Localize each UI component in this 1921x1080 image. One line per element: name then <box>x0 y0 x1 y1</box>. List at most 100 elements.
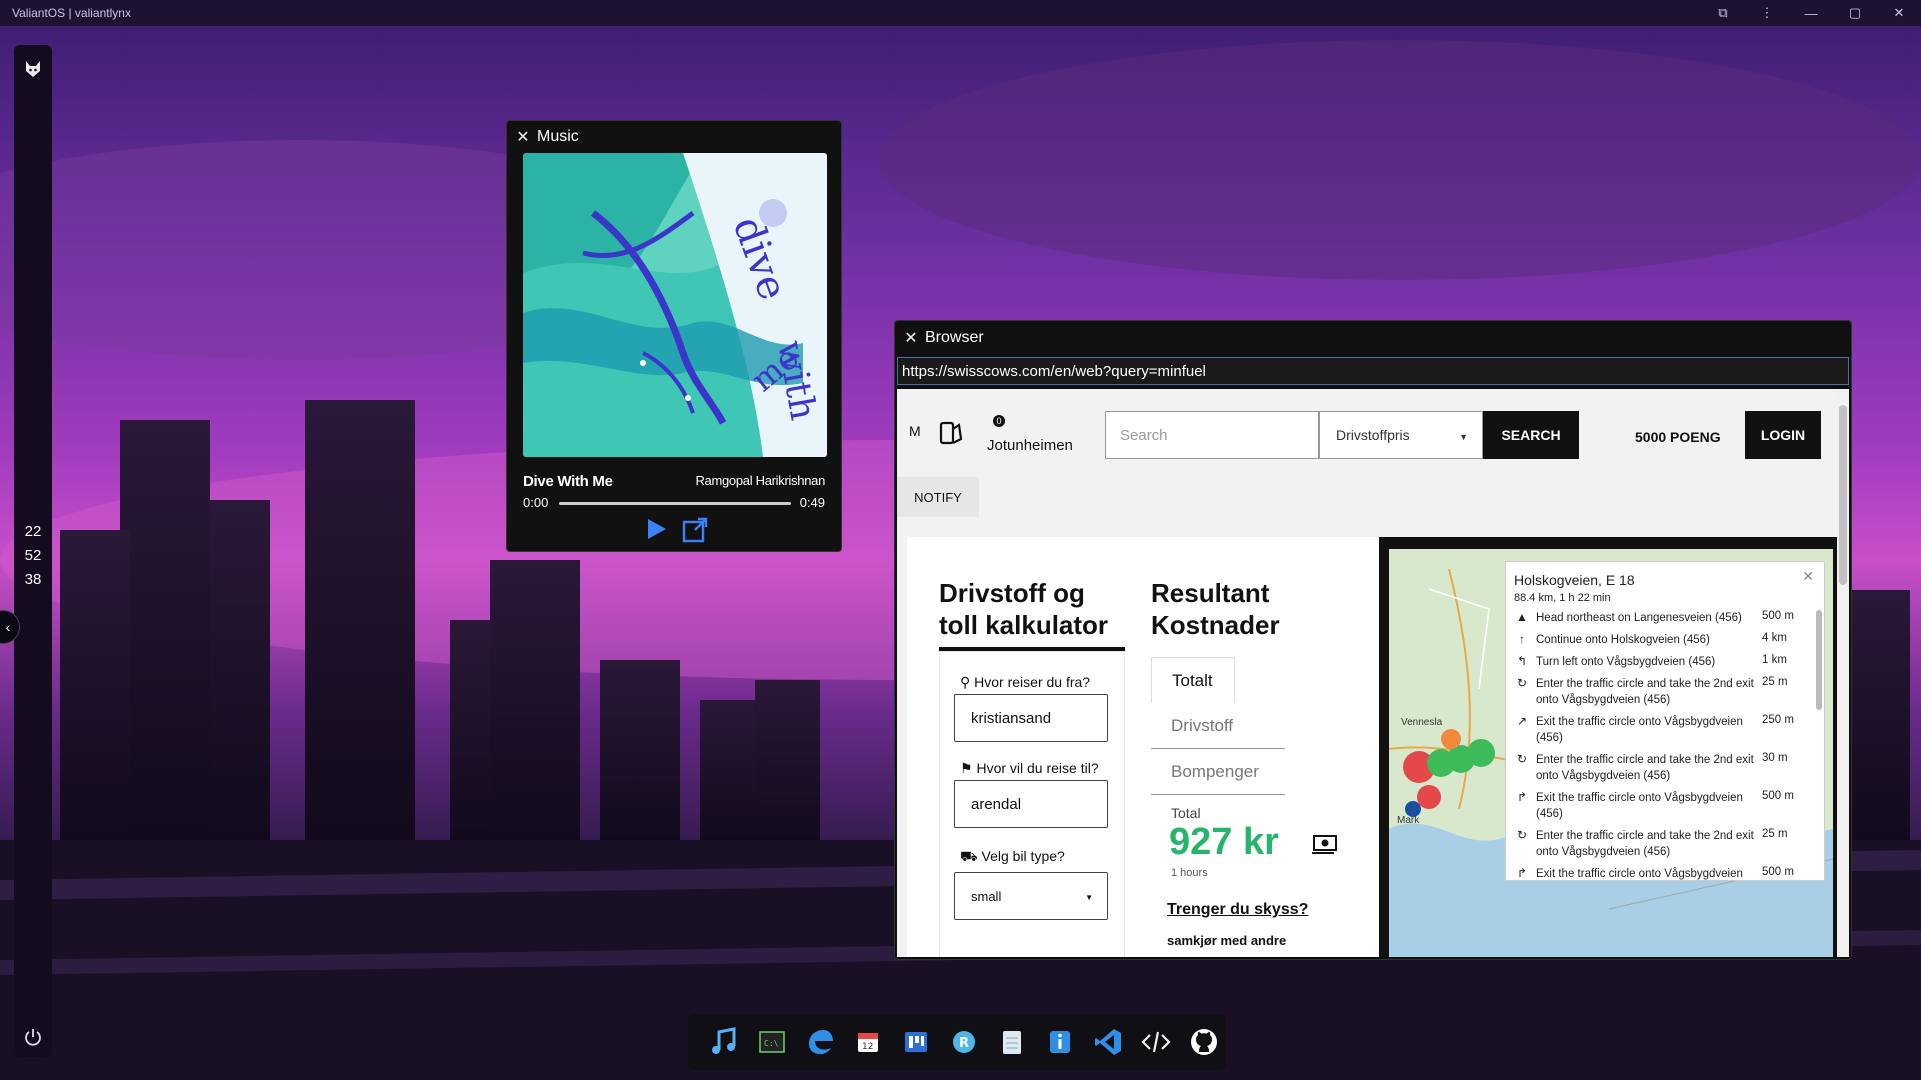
route-step-distance: 500 m <box>1762 790 1794 802</box>
info-icon[interactable] <box>1042 1024 1078 1060</box>
close-icon[interactable]: ✕ <box>903 330 919 347</box>
total-label: Total <box>1171 805 1201 821</box>
calendar-icon[interactable]: 12 <box>850 1024 886 1060</box>
maximize-icon[interactable]: ▢ <box>1833 0 1877 26</box>
straight-icon: ↑ <box>1519 632 1525 646</box>
route-summary: 88.4 km, 1 h 22 min <box>1514 592 1611 604</box>
album-art: dive with me <box>523 153 827 457</box>
route-step: ↑ Continue onto Holskogveien (456) 4 km <box>1514 632 1810 648</box>
login-button[interactable]: LOGIN <box>1745 411 1821 459</box>
play-icon[interactable] <box>643 516 669 542</box>
route-step: ↻ Enter the traffic circle and take the 2… <box>1514 676 1810 708</box>
route-step-distance: 1 km <box>1762 654 1787 666</box>
tab-drivstoff[interactable]: Drivstoff <box>1151 703 1285 749</box>
to-input[interactable]: arendal <box>954 780 1108 828</box>
github-icon[interactable] <box>1186 1024 1222 1060</box>
caret-down-icon: ▼ <box>1459 432 1468 442</box>
car-label-text: Velg bil type? <box>981 848 1065 864</box>
calculator-form: ⚲ Hvor reiser du fra? kristiansand ⚑ Hvo… <box>939 651 1125 957</box>
search-input[interactable]: Search <box>1105 411 1319 459</box>
terminal-icon[interactable]: C:\ <box>754 1024 790 1060</box>
roundabout-icon: ↻ <box>1516 676 1528 690</box>
calculator-title: Drivstoff og toll kalkulator <box>939 578 1109 640</box>
route-step: ↻ Enter the traffic circle and take the 2… <box>1514 752 1810 784</box>
edge-icon[interactable] <box>802 1024 838 1060</box>
brand-logo[interactable]: M <box>909 423 921 439</box>
svg-text:R: R <box>959 1036 969 1051</box>
taskbar: C:\ 12 R <box>688 1014 1226 1070</box>
points-label: 5000 POENG <box>1635 429 1721 445</box>
kanban-icon[interactable] <box>898 1024 934 1060</box>
route-step: ↱ Exit the traffic circle onto Vågsbygdve… <box>1514 790 1810 822</box>
route-step-distance: 30 m <box>1762 752 1788 764</box>
svg-text:12: 12 <box>862 1042 873 1052</box>
to-label-text: Hvor vil du reise til? <box>976 760 1099 776</box>
route-step-distance: 500 m <box>1762 866 1794 878</box>
os-title: ValiantOS | valiantlynx <box>12 6 131 20</box>
search-type-select[interactable]: Drivstoffpris ▼ <box>1319 411 1483 459</box>
music-window-titlebar[interactable]: ✕ Music <box>507 121 841 153</box>
roundabout-icon: ↻ <box>1516 752 1528 766</box>
tab-totalt[interactable]: Totalt <box>1151 657 1235 703</box>
clock-seconds: 38 <box>24 571 42 588</box>
route-map[interactable]: Vennesla Mark Holskogveien, E 18 88.4 km… <box>1379 537 1837 957</box>
route-step-text: Exit the traffic circle onto Vågsbygdvei… <box>1536 716 1743 744</box>
duration-label: 1 hours <box>1171 867 1208 879</box>
route-step-text: Enter the traffic circle and take the 2n… <box>1536 830 1754 858</box>
route-step-distance: 25 m <box>1762 676 1788 688</box>
open-external-icon[interactable] <box>681 516 709 544</box>
url-bar[interactable]: https://swisscows.com/en/web?query=minfu… <box>897 357 1849 385</box>
depart-icon: ▲ <box>1516 610 1528 624</box>
power-icon[interactable] <box>23 1027 43 1047</box>
vscode-icon[interactable] <box>1090 1024 1126 1060</box>
exit-icon: ↱ <box>1516 790 1528 804</box>
route-scrollbar[interactable] <box>1816 610 1822 710</box>
lynx-logo-icon[interactable] <box>23 59 43 79</box>
page-scrollbar[interactable] <box>1837 389 1849 957</box>
close-icon[interactable]: ✕ <box>1802 568 1814 585</box>
map-canvas[interactable]: Vennesla Mark Holskogveien, E 18 88.4 km… <box>1389 549 1833 957</box>
route-step-list[interactable]: ▲ Head northeast on Langenesveien (456) 50… <box>1514 610 1810 880</box>
progress-slider[interactable] <box>559 502 791 505</box>
more-options-icon[interactable]: ⋮ <box>1745 0 1789 26</box>
flag-icon: ⚑ <box>960 760 973 776</box>
music-icon[interactable] <box>706 1024 742 1060</box>
exit-icon: ↱ <box>1516 866 1528 880</box>
route-step-text: Enter the traffic circle and take the 2n… <box>1536 754 1754 782</box>
search-type-value: Drivstoffpris <box>1336 427 1410 443</box>
browser-window-title: Browser <box>925 329 984 346</box>
from-input[interactable]: kristiansand <box>954 694 1108 742</box>
route-step-distance: 25 m <box>1762 828 1788 840</box>
route-step: ▲ Head northeast on Langenesveien (456) 50… <box>1514 610 1810 626</box>
notepad-icon[interactable] <box>994 1024 1030 1060</box>
close-icon[interactable]: ✕ <box>515 129 531 146</box>
exit-icon: ↗ <box>1516 714 1528 728</box>
code-icon[interactable] <box>1138 1024 1174 1060</box>
rideshare-subtitle: samkjør med andre <box>1167 933 1287 948</box>
minimize-icon[interactable]: — <box>1789 0 1833 26</box>
route-step-text: Turn left onto Vågsbygdveien (456) <box>1536 656 1716 668</box>
car-type-select[interactable]: small ▼ <box>954 872 1108 920</box>
route-step: ↱ Exit the traffic circle onto Vågsbygdve… <box>1514 866 1810 880</box>
fuel-theme-icon[interactable] <box>937 419 965 447</box>
search-button[interactable]: SEARCH <box>1483 411 1579 459</box>
route-step-text: Exit the traffic circle onto Vågsbygdvei… <box>1536 792 1743 820</box>
close-icon[interactable]: ✕ <box>1877 0 1921 26</box>
rideshare-link[interactable]: Trenger du skyss? <box>1167 901 1308 919</box>
notify-button[interactable]: NOTIFY <box>897 477 979 517</box>
r-app-icon[interactable]: R <box>946 1024 982 1060</box>
money-icon <box>1312 835 1337 854</box>
tab-bompenger[interactable]: Bompenger <box>1151 749 1285 795</box>
route-instructions: Holskogveien, E 18 88.4 km, 1 h 22 min ✕… <box>1505 561 1825 881</box>
location-label[interactable]: Jotunheimen <box>987 437 1073 454</box>
clock-minutes: 52 <box>24 547 42 564</box>
results-title: Resultant Kostnader <box>1151 578 1280 640</box>
screenshot-icon[interactable]: ⧉ <box>1701 0 1745 26</box>
notification-badge: 0 <box>993 415 1005 427</box>
from-label-text: Hvor reiser du fra? <box>974 674 1091 690</box>
browser-window-titlebar[interactable]: ✕ Browser <box>895 321 1851 355</box>
scrollbar-thumb[interactable] <box>1839 405 1847 585</box>
browser-window: ✕ Browser https://swisscows.com/en/web?q… <box>894 320 1852 960</box>
car-icon: ⛟ <box>960 848 978 864</box>
route-step-text: Continue onto Holskogveien (456) <box>1536 634 1710 646</box>
